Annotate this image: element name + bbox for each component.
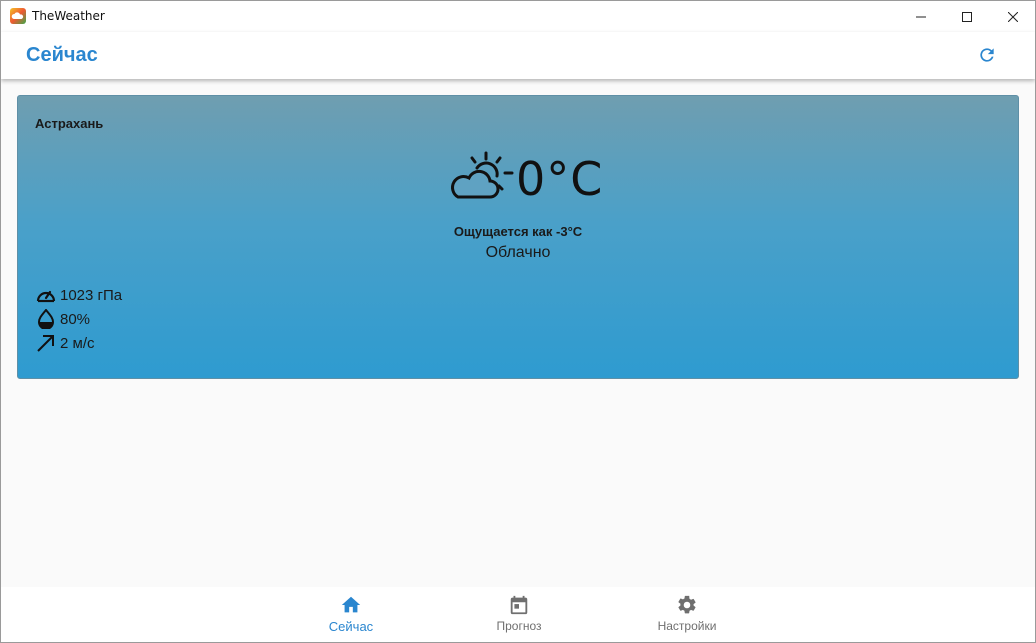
humidity-value: 80% (60, 310, 91, 328)
page-title: Сейчас (26, 44, 98, 66)
temperature-value: 0°C (516, 152, 604, 206)
nav-label-settings: Настройки (657, 619, 717, 633)
pressure-row: 1023 гПа (35, 284, 122, 306)
nav-item-now[interactable]: Сейчас (296, 593, 406, 641)
calendar-icon (510, 595, 528, 615)
weather-card: Астрахань 0°C Ощущается как -3°C Облачно… (17, 95, 1019, 379)
water-drop-icon (37, 309, 55, 329)
nav-item-settings[interactable]: Настройки (632, 593, 742, 641)
home-icon (341, 596, 361, 613)
humidity-row: 80% (35, 308, 90, 330)
bottom-navigation: Сейчас Прогноз Настройки (1, 587, 1035, 642)
wind-direction-arrow-icon (37, 335, 54, 352)
close-button[interactable] (990, 1, 1035, 32)
wind-row: 2 м/с (35, 332, 95, 354)
feels-like-text: Ощущается как -3°C (453, 224, 583, 239)
city-name: Астрахань (35, 116, 104, 131)
app-bar: Сейчас (1, 32, 1035, 79)
nav-label-now: Сейчас (328, 619, 374, 634)
current-temperature-block: 0°C (446, 149, 603, 209)
refresh-button[interactable] (975, 43, 999, 67)
refresh-icon (980, 48, 994, 62)
window-title: TheWeather (32, 9, 105, 23)
nav-label-forecast: Прогноз (496, 619, 542, 633)
close-icon (1008, 11, 1018, 22)
app-logo-icon (10, 8, 26, 24)
partly-cloudy-icon (451, 151, 514, 199)
maximize-button[interactable] (944, 1, 990, 32)
wind-value: 2 м/с (60, 334, 95, 352)
gauge-icon (36, 290, 56, 303)
pressure-value: 1023 гПа (60, 286, 123, 304)
title-bar[interactable]: TheWeather (1, 1, 1035, 32)
gear-icon (678, 595, 696, 614)
nav-item-forecast[interactable]: Прогноз (464, 593, 574, 641)
maximize-icon (962, 11, 972, 22)
minimize-button[interactable] (898, 1, 944, 32)
condition-text: Облачно (485, 244, 551, 261)
app-window: TheWeather Сейчас Астрахань 0°C Ощущаетс… (0, 0, 1036, 643)
minimize-icon (916, 16, 926, 17)
